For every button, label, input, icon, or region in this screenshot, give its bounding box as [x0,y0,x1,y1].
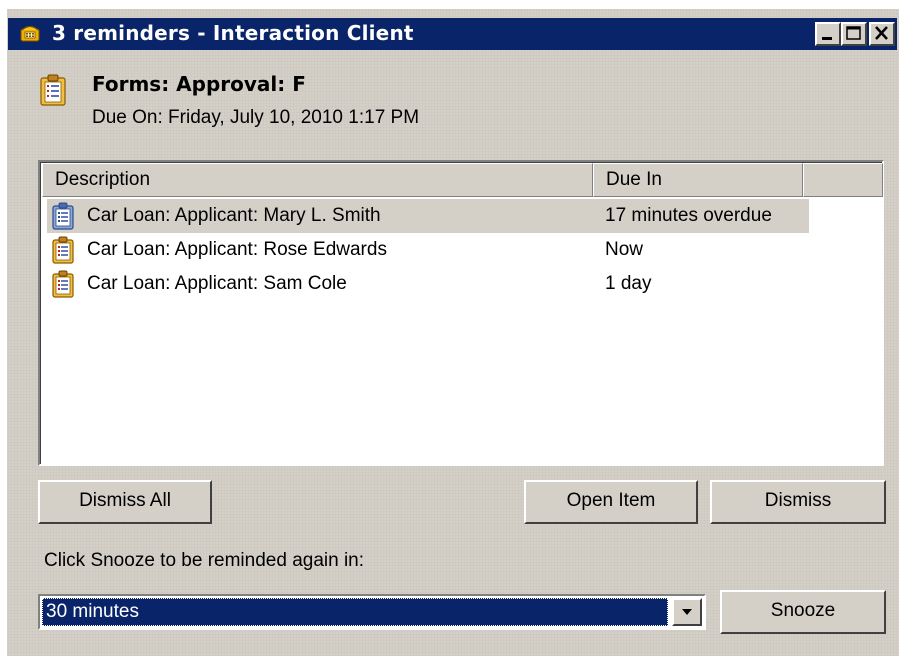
snooze-interval-select[interactable]: 30 minutes [38,594,706,630]
snooze-button[interactable]: Snooze [720,590,886,634]
reminders-list[interactable]: Description Due In Car Loan: Applicant: … [38,160,884,466]
title-bar[interactable]: 3 reminders - Interaction Client [8,18,897,50]
list-item-description: Car Loan: Applicant: Rose Edwards [87,239,387,260]
maximize-button[interactable] [841,22,867,46]
column-header-description[interactable]: Description [42,163,593,197]
dismiss-button[interactable]: Dismiss [710,480,886,524]
form-clipboard-icon [52,236,74,264]
maximize-icon [846,26,861,40]
column-header-filler [803,163,883,197]
list-item-due-in: Now [605,239,644,260]
reminder-title: Forms: Approval: F [92,72,306,96]
column-header-due-in[interactable]: Due In [593,163,803,197]
minimize-button[interactable] [815,22,841,46]
dropdown-button[interactable] [672,598,702,626]
form-clipboard-icon [52,270,74,298]
window-title: 3 reminders - Interaction Client [52,21,414,45]
dismiss-all-button[interactable]: Dismiss All [38,480,212,524]
list-item-description: Car Loan: Applicant: Sam Cole [87,273,347,294]
list-item[interactable]: Car Loan: Applicant: Rose Edwards Now [47,233,809,267]
list-item[interactable]: Car Loan: Applicant: Sam Cole 1 day [47,267,809,301]
chevron-down-icon [682,609,692,615]
minimize-icon [822,37,832,40]
snooze-label: Click Snooze to be reminded again in: [44,550,365,571]
list-item-due-in: 1 day [605,273,652,294]
close-button[interactable] [869,22,895,46]
list-item[interactable]: Car Loan: Applicant: Mary L. Smith 17 mi… [47,199,809,233]
snooze-interval-value: 30 minutes [42,598,668,626]
list-item-due-in: 17 minutes overdue [605,205,772,226]
list-item-description: Car Loan: Applicant: Mary L. Smith [87,205,381,226]
open-item-button[interactable]: Open Item [524,480,698,524]
form-clipboard-icon [52,202,74,230]
reminder-due-on: Due On: Friday, July 10, 2010 1:17 PM [92,107,420,128]
app-phone-icon [20,25,40,42]
close-icon [875,26,888,40]
form-clipboard-icon [40,74,66,106]
